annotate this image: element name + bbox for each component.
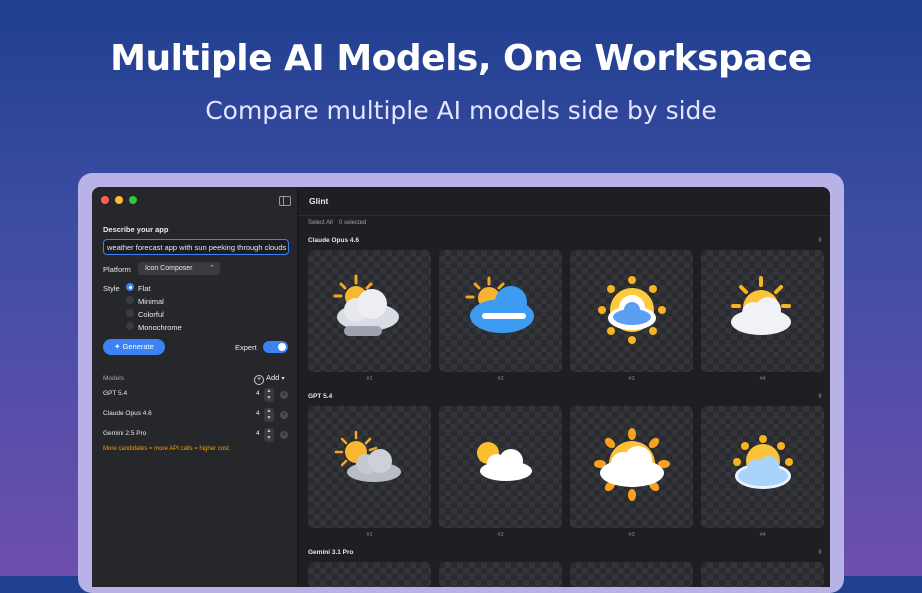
candidate-index: #3 bbox=[628, 376, 635, 382]
style-option-minimal: Minimal bbox=[138, 297, 164, 306]
style-radio-flat[interactable] bbox=[126, 283, 134, 291]
plus-icon: + bbox=[254, 375, 264, 385]
describe-label: Describe your app bbox=[103, 225, 169, 234]
maximize-window-button[interactable] bbox=[129, 196, 137, 204]
sun-cloud-icon bbox=[594, 428, 670, 501]
traffic-lights bbox=[101, 196, 137, 204]
model-name: GPT 5.4 bbox=[103, 390, 128, 397]
main-panel: Glint Select All 0 selected Claude Opus … bbox=[298, 187, 830, 587]
candidate-cell[interactable] bbox=[308, 250, 431, 372]
generate-label: Generate bbox=[122, 342, 154, 351]
candidate-index: #1 bbox=[366, 376, 373, 382]
candidate-index: #2 bbox=[497, 532, 504, 538]
candidate-index: #3 bbox=[628, 532, 635, 538]
remove-model-icon[interactable]: × bbox=[280, 391, 288, 399]
hero-title: Multiple AI Models, One Workspace bbox=[110, 38, 812, 79]
select-all-button[interactable]: Select All bbox=[308, 220, 333, 226]
prompt-input[interactable]: weather forecast app with sun peeking th… bbox=[103, 239, 289, 255]
model-count: 4 bbox=[256, 430, 260, 437]
sun-cloud-icon bbox=[333, 274, 399, 336]
sparkle-icon: ✦ bbox=[114, 342, 121, 351]
count-stepper[interactable]: ▲ ▼ bbox=[264, 388, 274, 402]
expert-toggle[interactable] bbox=[263, 341, 288, 353]
add-model-button[interactable]: + Add ▾ bbox=[254, 373, 284, 385]
chevron-down-icon: ▾ bbox=[281, 376, 285, 382]
candidate-cell[interactable] bbox=[439, 250, 562, 372]
sun-cloud-icon bbox=[733, 435, 793, 489]
remove-model-icon[interactable]: × bbox=[280, 411, 288, 419]
style-radio-monochrome[interactable] bbox=[126, 322, 134, 330]
models-label: Models bbox=[103, 375, 124, 382]
section-title: Gemini 3.1 Pro bbox=[308, 549, 354, 556]
candidate-index: #4 bbox=[759, 532, 766, 538]
style-label: Style bbox=[103, 284, 120, 293]
candidate-cell[interactable] bbox=[570, 406, 693, 528]
divider bbox=[298, 215, 830, 216]
sun-cloud-icon bbox=[334, 430, 401, 482]
hero-subtitle: Compare multiple AI models side by side bbox=[205, 96, 717, 125]
section-title: GPT 5.4 bbox=[308, 393, 333, 400]
pin-icon[interactable]: ⇟ bbox=[817, 548, 823, 556]
candidate-cell[interactable] bbox=[701, 562, 824, 587]
selected-count: 0 selected bbox=[339, 220, 367, 226]
sidebar: Describe your app weather forecast app w… bbox=[92, 187, 298, 587]
section-title: Claude Opus 4.6 bbox=[308, 237, 359, 244]
candidate-cell[interactable] bbox=[701, 250, 824, 372]
style-option-colorful: Colorful bbox=[138, 310, 164, 319]
sun-cloud-icon bbox=[731, 276, 791, 335]
platform-value: Icon Composer bbox=[145, 265, 193, 272]
count-stepper[interactable]: ▲ ▼ bbox=[264, 428, 274, 442]
prompt-value: weather forecast app with sun peeking th… bbox=[107, 243, 287, 252]
count-stepper[interactable]: ▲ ▼ bbox=[264, 408, 274, 422]
close-window-button[interactable] bbox=[101, 196, 109, 204]
sidebar-toggle-icon[interactable] bbox=[279, 196, 291, 206]
model-row: Gemini 2.5 Pro 4 ▲ ▼ × bbox=[103, 428, 289, 442]
candidate-cell[interactable] bbox=[570, 250, 693, 372]
style-radio-colorful[interactable] bbox=[126, 309, 134, 317]
model-count: 4 bbox=[256, 410, 260, 417]
app-title: Glint bbox=[309, 196, 329, 206]
candidate-index: #4 bbox=[759, 376, 766, 382]
model-count: 4 bbox=[256, 390, 260, 397]
style-radio-minimal[interactable] bbox=[126, 296, 134, 304]
model-name: Gemini 2.5 Pro bbox=[103, 430, 147, 437]
style-option-flat: Flat bbox=[138, 284, 151, 293]
sun-cloud-icon bbox=[598, 276, 666, 344]
candidate-cell[interactable] bbox=[701, 406, 824, 528]
pin-icon[interactable]: ⇟ bbox=[817, 236, 823, 244]
minimize-window-button[interactable] bbox=[115, 196, 123, 204]
remove-model-icon[interactable]: × bbox=[280, 431, 288, 439]
chevron-updown-icon: ⌃ bbox=[209, 265, 215, 272]
platform-label: Platform bbox=[103, 265, 131, 274]
candidate-cell[interactable] bbox=[308, 562, 431, 587]
candidate-index: #2 bbox=[497, 376, 504, 382]
candidate-index: #1 bbox=[366, 532, 373, 538]
style-option-monochrome: Monochrome bbox=[138, 323, 182, 332]
candidate-cell[interactable] bbox=[439, 562, 562, 587]
pin-icon[interactable]: ⇟ bbox=[817, 392, 823, 400]
candidate-cell[interactable] bbox=[570, 562, 693, 587]
sun-cloud-icon bbox=[465, 276, 534, 333]
expert-label: Expert bbox=[235, 343, 257, 352]
candidate-cell[interactable] bbox=[439, 406, 562, 528]
add-label: Add bbox=[266, 373, 280, 382]
generate-button[interactable]: ✦ Generate bbox=[103, 339, 165, 355]
model-row: Claude Opus 4.6 4 ▲ ▼ × bbox=[103, 408, 289, 422]
model-name: Claude Opus 4.6 bbox=[103, 410, 152, 417]
sun-cloud-icon bbox=[477, 442, 532, 481]
model-row: GPT 5.4 4 ▲ ▼ × bbox=[103, 388, 289, 402]
app-window: Describe your app weather forecast app w… bbox=[92, 187, 830, 587]
platform-select[interactable]: Icon Composer ⌃ bbox=[138, 262, 220, 275]
candidate-cell[interactable] bbox=[308, 406, 431, 528]
cost-warning: More candidates = more API calls = highe… bbox=[103, 446, 231, 452]
